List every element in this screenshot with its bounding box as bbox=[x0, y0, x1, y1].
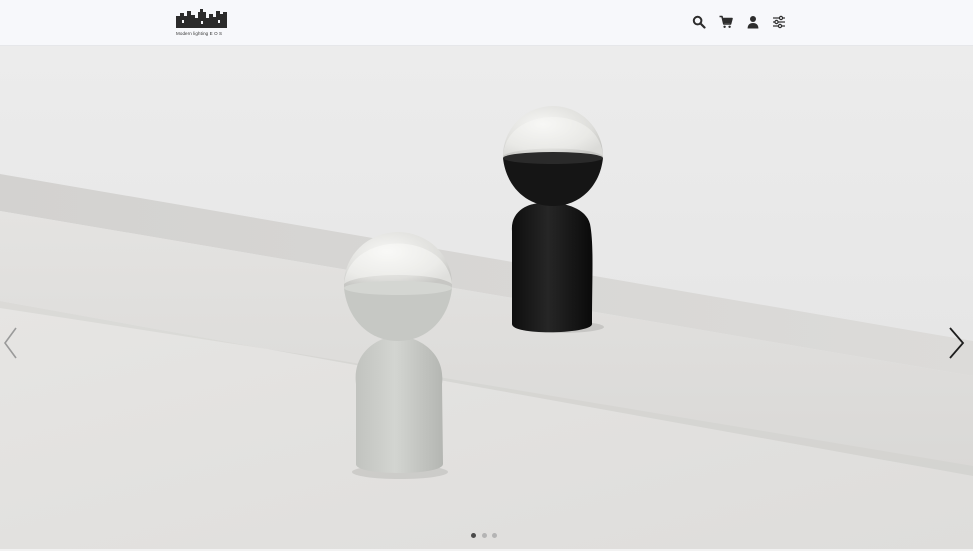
carousel-dot-2[interactable] bbox=[482, 533, 487, 538]
carousel-dot-1[interactable] bbox=[471, 533, 476, 538]
search-icon[interactable] bbox=[692, 15, 708, 31]
carousel-prev-button[interactable] bbox=[2, 326, 24, 360]
carousel-next-button[interactable] bbox=[946, 326, 968, 360]
user-icon[interactable] bbox=[746, 15, 762, 31]
chevron-left-icon bbox=[4, 327, 17, 359]
filter-sliders-icon[interactable] bbox=[772, 15, 788, 31]
chevron-right-icon bbox=[949, 327, 965, 359]
carousel-pagination bbox=[470, 533, 502, 539]
cart-icon[interactable] bbox=[719, 15, 735, 31]
logo-caption: Modern lighting E O S bbox=[176, 31, 223, 36]
site-header: Modern lighting E O S bbox=[0, 0, 973, 46]
building-skyline-logo bbox=[176, 9, 227, 28]
hero-carousel bbox=[0, 46, 973, 549]
hero-slide-image bbox=[0, 46, 973, 549]
site-logo[interactable]: Modern lighting E O S bbox=[176, 8, 230, 40]
carousel-dot-3[interactable] bbox=[492, 533, 497, 538]
